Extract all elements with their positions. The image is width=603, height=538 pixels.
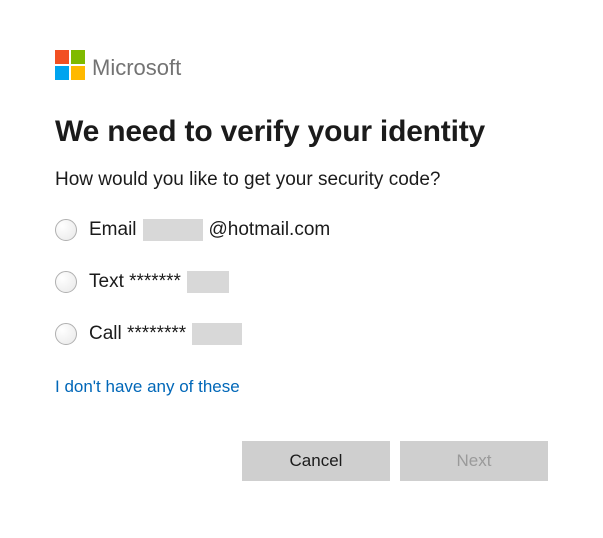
radio-icon [55, 323, 77, 345]
no-options-link[interactable]: I don't have any of these [55, 377, 240, 397]
option-email-label: Email @hotmail.com [89, 219, 330, 241]
option-text[interactable]: Text ******* [55, 271, 548, 293]
page-title: We need to verify your identity [55, 115, 548, 149]
radio-icon [55, 271, 77, 293]
button-row: Cancel Next [55, 441, 548, 481]
redacted-mask [143, 219, 203, 241]
option-email[interactable]: Email @hotmail.com [55, 219, 548, 241]
brand-name: Microsoft [92, 55, 181, 81]
radio-icon [55, 219, 77, 241]
verification-options: Email @hotmail.com Text ******* Call ***… [55, 219, 548, 345]
redacted-mask [192, 323, 242, 345]
cancel-button[interactable]: Cancel [242, 441, 390, 481]
option-email-prefix: Email [89, 219, 137, 241]
option-call-prefix: Call ******** [89, 323, 186, 345]
brand-header: Microsoft [55, 50, 548, 85]
next-button[interactable]: Next [400, 441, 548, 481]
prompt-text: How would you like to get your security … [55, 169, 548, 191]
option-call-label: Call ******** [89, 323, 248, 345]
option-email-suffix: @hotmail.com [209, 219, 331, 241]
redacted-mask [187, 271, 229, 293]
option-text-prefix: Text ******* [89, 271, 181, 293]
option-text-label: Text ******* [89, 271, 235, 293]
option-call[interactable]: Call ******** [55, 323, 548, 345]
microsoft-logo-icon [55, 50, 85, 85]
